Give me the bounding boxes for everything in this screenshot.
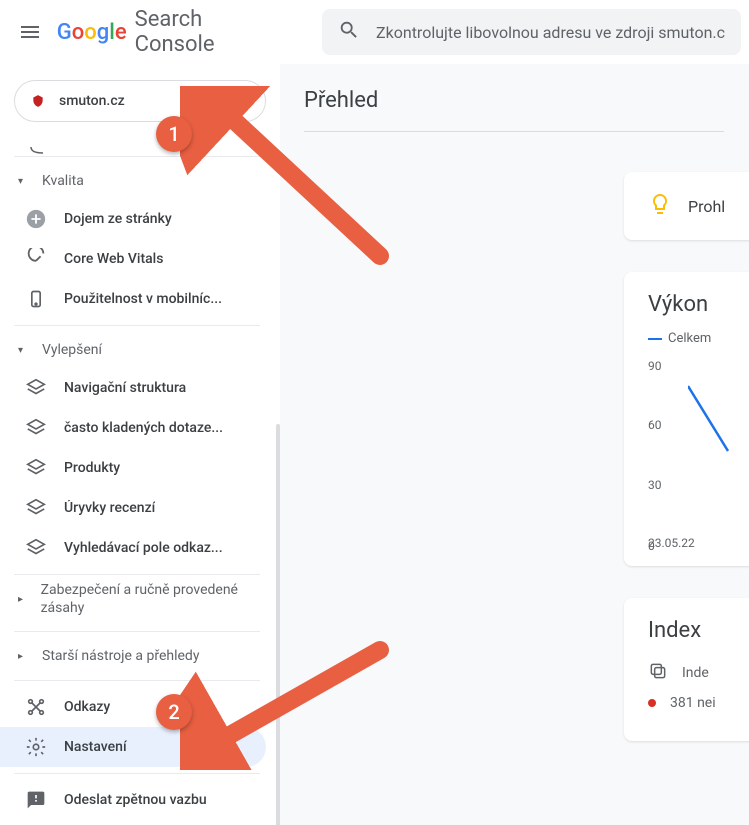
annotation-badge-2: 2 <box>156 694 192 730</box>
status-dot-icon <box>648 699 656 707</box>
phone-icon <box>24 287 48 311</box>
feedback-icon <box>24 788 48 812</box>
annotation-arrow-2 <box>180 640 390 770</box>
sidebar-item-products[interactable]: Produkty <box>0 448 266 488</box>
app-header: Google Search Console Zkontrolujte libov… <box>0 0 749 64</box>
copy-icon <box>648 661 668 685</box>
performance-title: Výkon <box>648 292 749 317</box>
tip-text: Prohl <box>688 197 725 216</box>
annotation-badge-1: 1 <box>156 116 192 152</box>
layers-icon <box>24 496 48 520</box>
sidebar-item-review-snippets[interactable]: Úryvky recenzí <box>0 488 266 528</box>
sidebar-item-feedback[interactable]: Odeslat zpětnou vazbu <box>0 780 266 820</box>
lightbulb-icon <box>648 192 672 220</box>
menu-icon[interactable] <box>8 8 53 56</box>
layers-icon <box>24 376 48 400</box>
chevron-right-icon: ▸ <box>18 651 36 662</box>
links-icon <box>24 695 48 719</box>
search-icon <box>338 19 360 45</box>
layers-icon <box>24 456 48 480</box>
chevron-down-icon: ▾ <box>18 345 36 356</box>
sidebar-item-breadcrumbs[interactable]: Navigační struktura <box>0 368 266 408</box>
sidebar-item-mobile-usability[interactable]: Použitelnost v mobilníc... <box>0 279 266 319</box>
index-row-2: 381 nei <box>648 695 749 711</box>
gear-icon <box>24 735 48 759</box>
chevron-right-icon: ▸ <box>18 594 35 605</box>
chevron-down-icon: ▾ <box>18 176 36 187</box>
layers-icon <box>24 416 48 440</box>
speed-icon <box>24 247 48 271</box>
app-logo[interactable]: Google Search Console <box>57 7 272 57</box>
annotation-arrow-1 <box>180 86 390 266</box>
performance-chart: 90 60 30 0 23.05.22 <box>648 366 728 546</box>
tip-card[interactable]: Prohl <box>624 172 749 240</box>
index-title: Index <box>648 618 749 643</box>
section-security[interactable]: ▸ Zabezpečení a ručně provedené zásahy <box>0 581 280 617</box>
search-placeholder: Zkontrolujte libovolnou adresu ve zdroji… <box>376 23 725 42</box>
sidebar-item-sitelinks-search[interactable]: Vyhledávací pole odkaz... <box>0 528 266 568</box>
performance-card[interactable]: Výkon Celkem 90 60 30 0 23.05.22 <box>624 272 749 566</box>
index-card[interactable]: Index Inde 381 nei <box>624 598 749 741</box>
plus-circle-icon <box>24 207 48 231</box>
layers-icon <box>24 536 48 560</box>
sidebar-item-faq[interactable]: často kladených dotaze... <box>0 408 266 448</box>
section-enhancements[interactable]: ▾ Vylepšení <box>0 332 280 368</box>
index-row-1: Inde <box>648 661 749 685</box>
property-favicon <box>29 92 47 110</box>
chart-legend: Celkem <box>648 331 749 346</box>
url-inspect-search[interactable]: Zkontrolujte libovolnou adresu ve zdroji… <box>322 9 741 55</box>
product-name: Search Console <box>135 7 272 57</box>
